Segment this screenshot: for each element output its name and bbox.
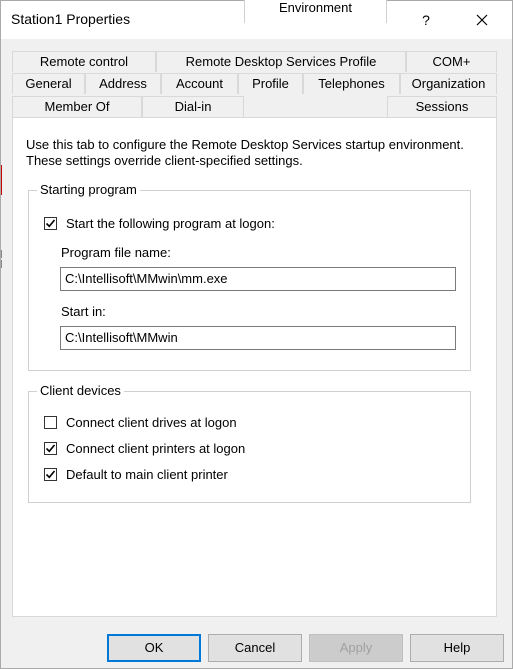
group-title-client-devices: Client devices (37, 383, 124, 398)
tab-profile[interactable]: Profile (238, 73, 303, 94)
tab-telephones[interactable]: Telephones (303, 73, 400, 94)
start-in-label: Start in: (61, 304, 106, 319)
cancel-button[interactable]: Cancel (208, 634, 302, 662)
connect-drives-checkbox[interactable] (44, 416, 57, 429)
tab-remote-control[interactable]: Remote control (12, 51, 156, 72)
apply-button[interactable]: Apply (309, 634, 403, 662)
background-window-edge (0, 250, 2, 258)
connect-printers-label: Connect client printers at logon (66, 441, 246, 456)
intro-line-2: These settings override client-specified… (26, 153, 303, 168)
intro-text: Use this tab to configure the Remote Des… (26, 137, 486, 169)
connect-printers-row[interactable]: Connect client printers at logon (44, 441, 245, 456)
tab-organization[interactable]: Organization (400, 73, 497, 94)
tab-environment[interactable]: Environment (244, 0, 387, 23)
background-window-edge (0, 260, 2, 268)
connect-drives-label: Connect client drives at logon (66, 415, 237, 430)
program-file-input[interactable]: C:\Intellisoft\MMwin\mm.exe (60, 267, 456, 291)
help-footer-button[interactable]: Help (410, 634, 504, 662)
background-window-edge (0, 165, 2, 195)
close-button[interactable] (459, 1, 505, 39)
start-program-label: Start the following program at logon: (66, 216, 275, 231)
start-in-input[interactable]: C:\Intellisoft\MMwin (60, 326, 456, 350)
group-title-starting-program: Starting program (37, 182, 140, 197)
start-program-checkbox[interactable] (44, 217, 57, 230)
checkmark-icon (45, 219, 56, 228)
tab-account[interactable]: Account (161, 73, 238, 94)
default-printer-checkbox[interactable] (44, 468, 57, 481)
connect-printers-checkbox[interactable] (44, 442, 57, 455)
close-icon (476, 14, 488, 26)
tab-com-plus[interactable]: COM+ (406, 51, 497, 72)
ok-button[interactable]: OK (107, 634, 201, 662)
tab-member-of[interactable]: Member Of (12, 96, 142, 117)
intro-line-1: Use this tab to configure the Remote Des… (26, 137, 464, 152)
tab-address[interactable]: Address (85, 73, 161, 94)
checkmark-icon (45, 470, 56, 479)
start-program-checkbox-row[interactable]: Start the following program at logon: (44, 216, 275, 231)
connect-drives-row[interactable]: Connect client drives at logon (44, 415, 237, 430)
help-button[interactable]: ? (403, 1, 449, 39)
program-file-label: Program file name: (61, 245, 171, 260)
default-printer-label: Default to main client printer (66, 467, 228, 482)
tab-general[interactable]: General (12, 73, 85, 94)
tab-dial-in[interactable]: Dial-in (142, 96, 244, 117)
tab-remote-desktop-services-profile[interactable]: Remote Desktop Services Profile (156, 51, 406, 72)
tab-sessions[interactable]: Sessions (387, 96, 497, 117)
checkmark-icon (45, 444, 56, 453)
window-title: Station1 Properties (11, 11, 131, 27)
default-printer-row[interactable]: Default to main client printer (44, 467, 228, 482)
